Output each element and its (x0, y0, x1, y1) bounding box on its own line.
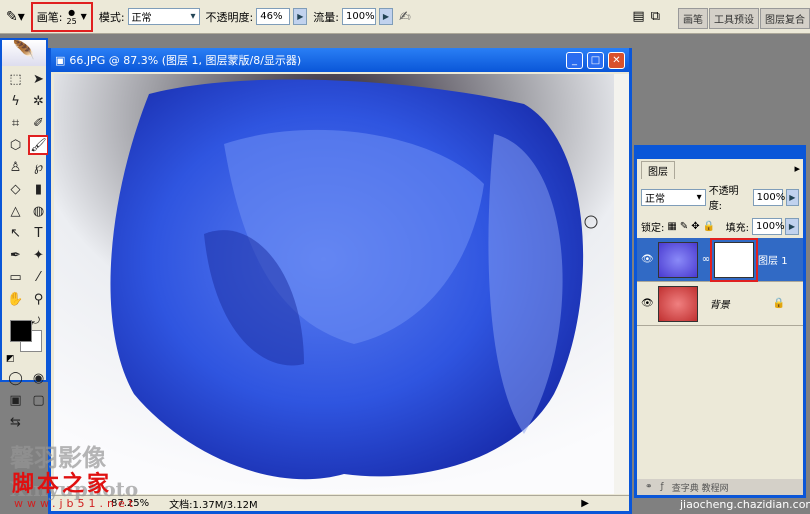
crop-tool-icon[interactable]: ⌗ (5, 113, 26, 133)
lock-label: 锁定: (641, 223, 665, 234)
flow-input[interactable]: 100% (341, 8, 376, 25)
well-tab-layer-comps[interactable]: 图层复合 (760, 8, 810, 29)
close-button[interactable]: ✕ (608, 51, 625, 69)
fill-label: 填充: (725, 223, 749, 234)
quick-mask-icon[interactable]: ◉ (28, 368, 49, 388)
screen-mode-icon[interactable]: ▣ (5, 390, 26, 410)
image-canvas[interactable] (54, 74, 614, 494)
chevron-down-icon[interactable]: ▼ (81, 12, 87, 21)
palette-icon[interactable]: ▤ (632, 9, 644, 24)
layer-row-layer1[interactable]: 👁 ∞ 图层 1 (637, 237, 803, 282)
layer-name: 背景 (709, 300, 730, 311)
zoom-tool-icon[interactable]: ⚲ (28, 289, 49, 309)
minimize-button[interactable]: _ (566, 51, 583, 69)
blur-icon[interactable]: △ (5, 201, 26, 221)
well-tab-brushes[interactable]: 画笔 (678, 8, 708, 29)
go-to-imageready-icon[interactable]: ⧉ (651, 9, 660, 24)
well-tab-tool-presets[interactable]: 工具预设 (709, 8, 759, 29)
document-title: 66.JPG @ 87.3% (图层 1, 图层蒙版/8/显示器) (69, 54, 302, 67)
move-tool-icon[interactable]: ➤ (28, 69, 49, 89)
document-size: 文档:1.37M/3.12M (169, 500, 258, 511)
gradient-icon[interactable]: ▮ (28, 179, 49, 199)
shape-tool-icon[interactable]: ✦ (28, 245, 49, 265)
blue-rose-image (54, 74, 614, 494)
opacity-slider-button[interactable]: ▶ (293, 8, 308, 25)
watermark-site-name: 脚本之家 (12, 472, 113, 497)
eraser-icon[interactable]: ◇ (5, 179, 26, 199)
layer-thumbnail (657, 241, 698, 278)
layers-panel-footer: ⚭ ƒ 查字典 教程网 (637, 479, 803, 495)
layer-style-icon[interactable]: ƒ (661, 482, 664, 492)
layer-opacity-input[interactable]: 100% (752, 188, 785, 206)
watermark-chazidian: 查字典 教程网 (671, 483, 729, 494)
document-title-bar[interactable]: ▣ 66.JPG @ 87.3% (图层 1, 图层蒙版/8/显示器) _ □ … (51, 48, 629, 72)
type-tool-icon[interactable]: T (28, 223, 49, 243)
fill-arrow[interactable]: ▶ (785, 218, 799, 235)
notes-tool-icon[interactable]: ▭ (5, 267, 26, 287)
eyedropper-icon[interactable]: ⁄ (28, 267, 49, 287)
eye-icon[interactable]: 👁 (641, 254, 654, 265)
healing-brush-icon[interactable]: ⬡ (5, 135, 26, 155)
pen-tool-icon[interactable]: ✒ (5, 245, 26, 265)
mode-label: 模式: (98, 10, 125, 24)
color-swatches: ⤾ ◩ (6, 316, 42, 364)
tab-layers[interactable]: 图层 (641, 161, 675, 179)
history-brush-icon[interactable]: ℘ (28, 157, 49, 177)
mode-select[interactable]: 正常 ▾ (127, 8, 200, 25)
path-selection-icon[interactable]: ↖ (5, 223, 26, 243)
status-menu-arrow-icon[interactable]: ▶ (581, 498, 589, 509)
magic-wand-icon[interactable]: ✲ (28, 91, 49, 111)
marquee-tool-icon[interactable]: ⬚ (5, 69, 26, 89)
link-layers-icon[interactable]: ⚭ (645, 482, 653, 492)
layer-opacity-label: 不透明度: (708, 186, 739, 212)
watermark-bottom-url: jiaocheng.chazidian.com (680, 498, 810, 511)
lasso-tool-icon[interactable]: ϟ (5, 91, 26, 111)
opacity-input[interactable]: 46% (256, 8, 291, 25)
layer-name: 图层 1 (758, 256, 788, 267)
lock-icon: 🔒 (772, 298, 785, 309)
eye-icon[interactable]: 👁 (641, 298, 654, 309)
fill-input[interactable]: 100% (752, 218, 785, 235)
brush-preview: ● 25 (66, 7, 77, 26)
hand-tool-icon[interactable]: ✋ (5, 289, 26, 309)
brush-label: 画笔: (36, 10, 63, 24)
vertical-scrollbar[interactable] (614, 74, 629, 494)
lock-position-icon[interactable]: ✥ (691, 221, 699, 232)
toolbox: 🪶 ⬚ ➤ ϟ ✲ ⌗ ✐ ⬡ 🖌 ♙ ℘ ◇ ▮ △ ◍ ↖ T ✒ ✦ ▭ … (0, 38, 49, 430)
foreground-color[interactable] (10, 320, 32, 342)
full-screen-icon[interactable]: ▢ (28, 390, 49, 410)
layer-mask-thumbnail[interactable] (710, 237, 759, 282)
brush-tool-icon[interactable]: 🖌 (28, 135, 49, 155)
layer-opacity-arrow[interactable]: ▶ (785, 188, 800, 206)
lock-transparency-icon[interactable]: ▦ (667, 221, 676, 232)
maximize-button[interactable]: □ (587, 51, 604, 69)
default-colors-icon[interactable]: ◩ (6, 354, 15, 364)
panel-menu-icon[interactable]: ▸ (794, 162, 800, 175)
watermark-site-url: www.jb51.net (14, 497, 138, 510)
palette-well: 画笔 工具预设 图层复合 (678, 8, 810, 29)
link-icon: ∞ (701, 254, 711, 265)
lock-image-icon[interactable]: ✎ (680, 221, 688, 232)
flow-slider-button[interactable]: ▶ (378, 8, 393, 25)
brush-picker[interactable]: 画笔: ● 25 ▼ (30, 1, 93, 32)
layers-panel: 图层 ▸ 正常 ▾ 不透明度: 100% ▶ 锁定: ▦ ✎ ✥ 🔒 填充: 100% ▶ … (634, 145, 806, 498)
document-icon: ▣ (55, 53, 66, 67)
standard-mode-icon[interactable]: ◯ (5, 368, 26, 388)
lock-all-icon[interactable]: 🔒 (703, 221, 715, 232)
brush-tool-preset-icon[interactable]: ✎▾ (6, 9, 25, 25)
clone-stamp-icon[interactable]: ♙ (5, 157, 26, 177)
feather-logo-icon[interactable]: 🪶 (2, 40, 46, 66)
opacity-label: 不透明度: (205, 10, 254, 24)
swap-colors-icon[interactable]: ⤾ (32, 316, 40, 327)
flow-label: 流量: (313, 10, 339, 24)
imageready-icon[interactable]: ⇆ (5, 412, 26, 432)
airbrush-icon[interactable]: ✍ (399, 9, 411, 25)
layer-row-background[interactable]: 👁 背景 🔒 (637, 282, 803, 326)
layer-thumbnail (657, 285, 698, 322)
slice-tool-icon[interactable]: ✐ (28, 113, 49, 133)
dodge-icon[interactable]: ◍ (28, 201, 49, 221)
options-bar: ✎▾ 画笔: ● 25 ▼ 模式: 正常 ▾ 不透明度: 46% ▶ 流量: 100%… (0, 0, 810, 34)
blend-mode-select[interactable]: 正常 ▾ (641, 188, 706, 206)
